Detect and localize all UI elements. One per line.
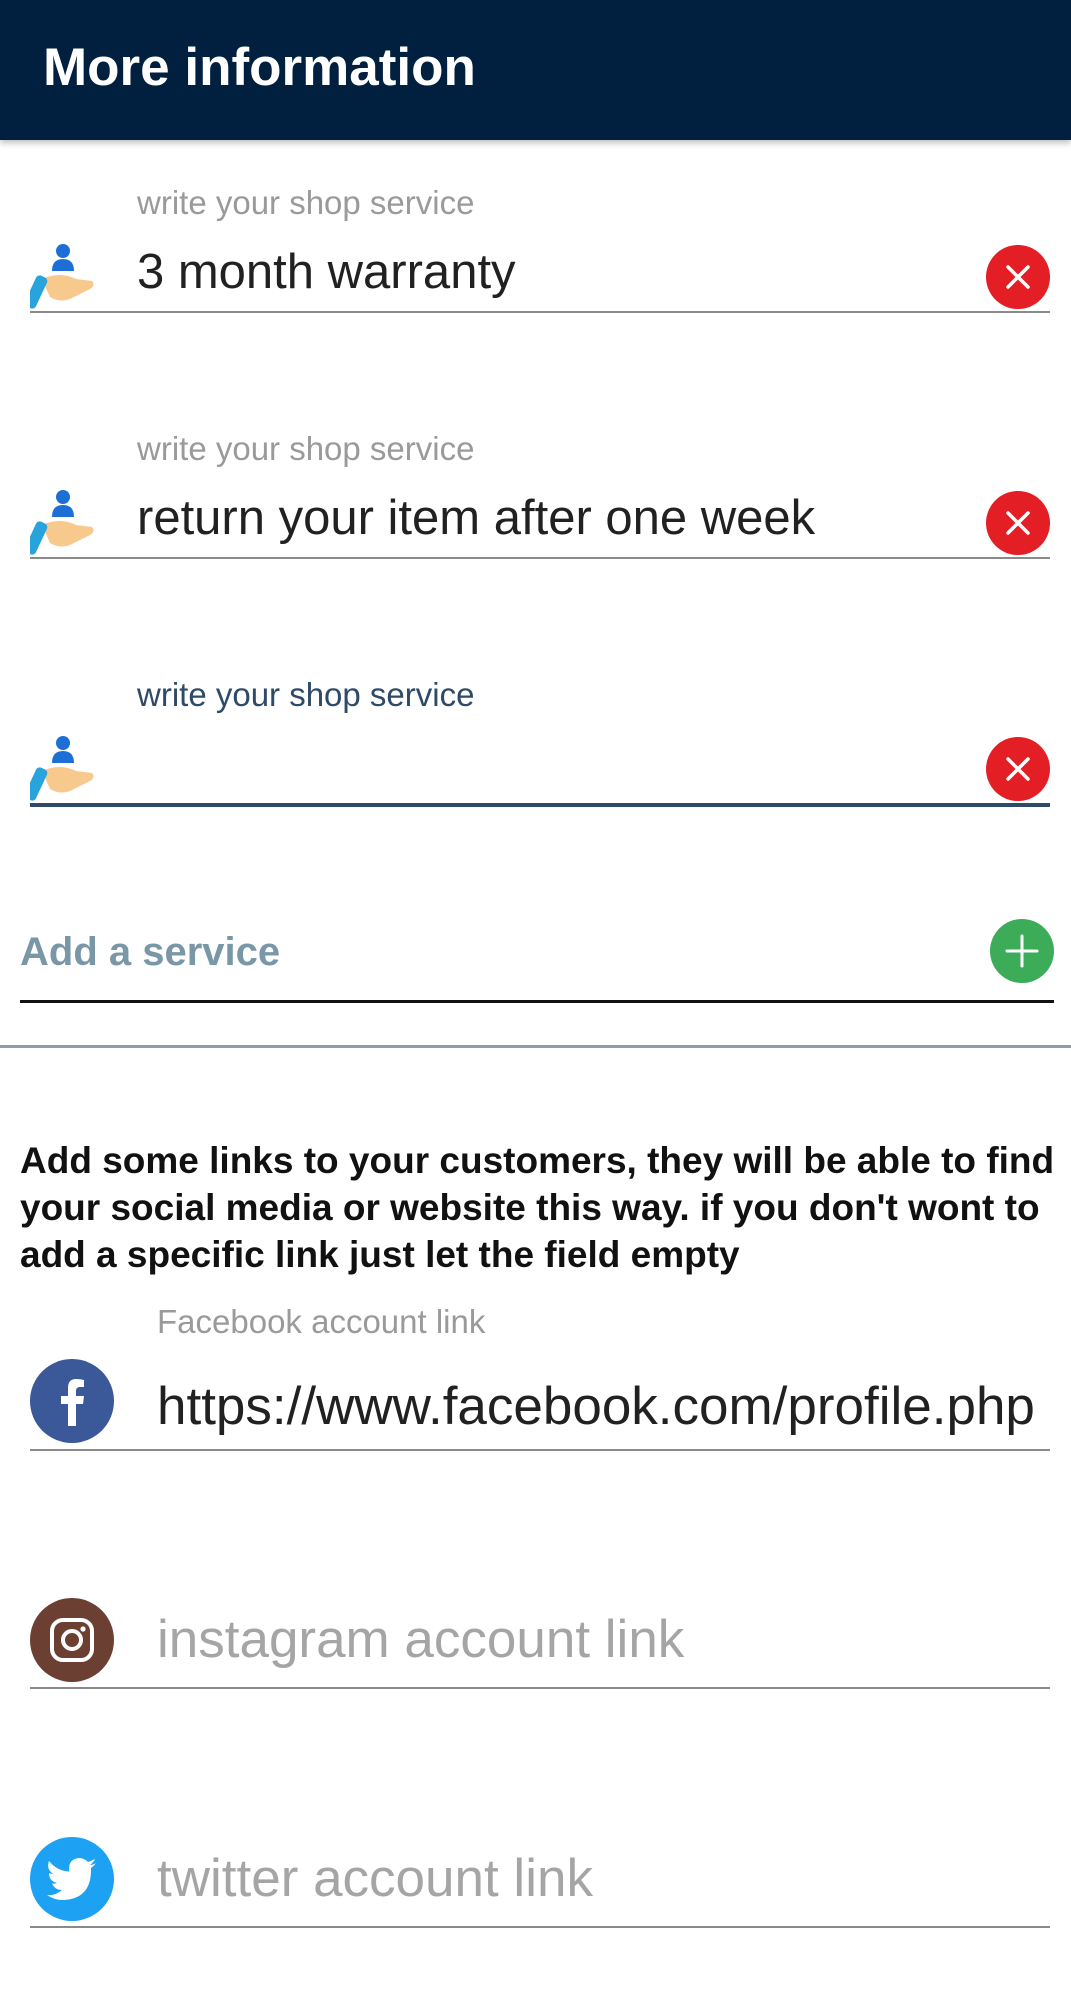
service-underline	[30, 557, 1050, 559]
service-input[interactable]: 3 month warranty	[137, 241, 1007, 303]
service-field-label: write your shop service	[137, 676, 475, 713]
plus-icon	[1005, 934, 1039, 968]
close-icon	[1006, 511, 1030, 535]
add-service-label[interactable]: Add a service	[20, 928, 280, 976]
service-field-2[interactable]: write your shop service return your item…	[24, 429, 1050, 569]
add-service-row[interactable]: Add a service	[20, 916, 1054, 1004]
twitter-link-input[interactable]: twitter account link	[157, 1847, 1050, 1911]
clear-service-button[interactable]	[986, 245, 1050, 309]
instagram-link-field[interactable]: instagram account link	[30, 1598, 1050, 1718]
twitter-link-field[interactable]: twitter account link	[30, 1837, 1050, 1957]
service-field-label: write your shop service	[137, 184, 475, 221]
facebook-link-field[interactable]: Facebook account link https://www.facebo…	[30, 1303, 1050, 1451]
app-bar: More information	[0, 0, 1071, 140]
close-icon	[1006, 265, 1030, 289]
facebook-link-label: Facebook account link	[157, 1303, 486, 1340]
add-service-underline	[20, 1000, 1054, 1003]
facebook-icon	[30, 1359, 114, 1443]
facebook-link-input[interactable]: https://www.facebook.com/profile.php	[157, 1375, 1050, 1439]
hand-holding-user-icon	[24, 733, 96, 803]
instagram-icon	[30, 1598, 114, 1682]
links-info-text: Add some links to your customers, they w…	[20, 1140, 1055, 1275]
facebook-link-underline	[30, 1449, 1050, 1451]
service-field-label: write your shop service	[137, 430, 475, 467]
hand-holding-user-icon	[24, 241, 96, 311]
instagram-link-underline	[30, 1687, 1050, 1689]
service-input[interactable]: return your item after one week	[137, 487, 1007, 549]
twitter-link-underline	[30, 1926, 1050, 1928]
section-divider	[0, 1045, 1071, 1048]
clear-service-button[interactable]	[986, 491, 1050, 555]
hand-holding-user-icon	[24, 487, 96, 557]
twitter-icon	[30, 1837, 114, 1921]
service-underline	[30, 311, 1050, 313]
add-service-button[interactable]	[990, 919, 1054, 983]
page-title: More information	[43, 38, 476, 97]
instagram-link-input[interactable]: instagram account link	[157, 1608, 1050, 1672]
service-field-3[interactable]: write your shop service	[24, 675, 1050, 815]
service-underline	[30, 803, 1050, 807]
clear-service-button[interactable]	[986, 737, 1050, 801]
close-icon	[1006, 757, 1030, 781]
service-field-1[interactable]: write your shop service 3 month warranty	[24, 183, 1050, 323]
